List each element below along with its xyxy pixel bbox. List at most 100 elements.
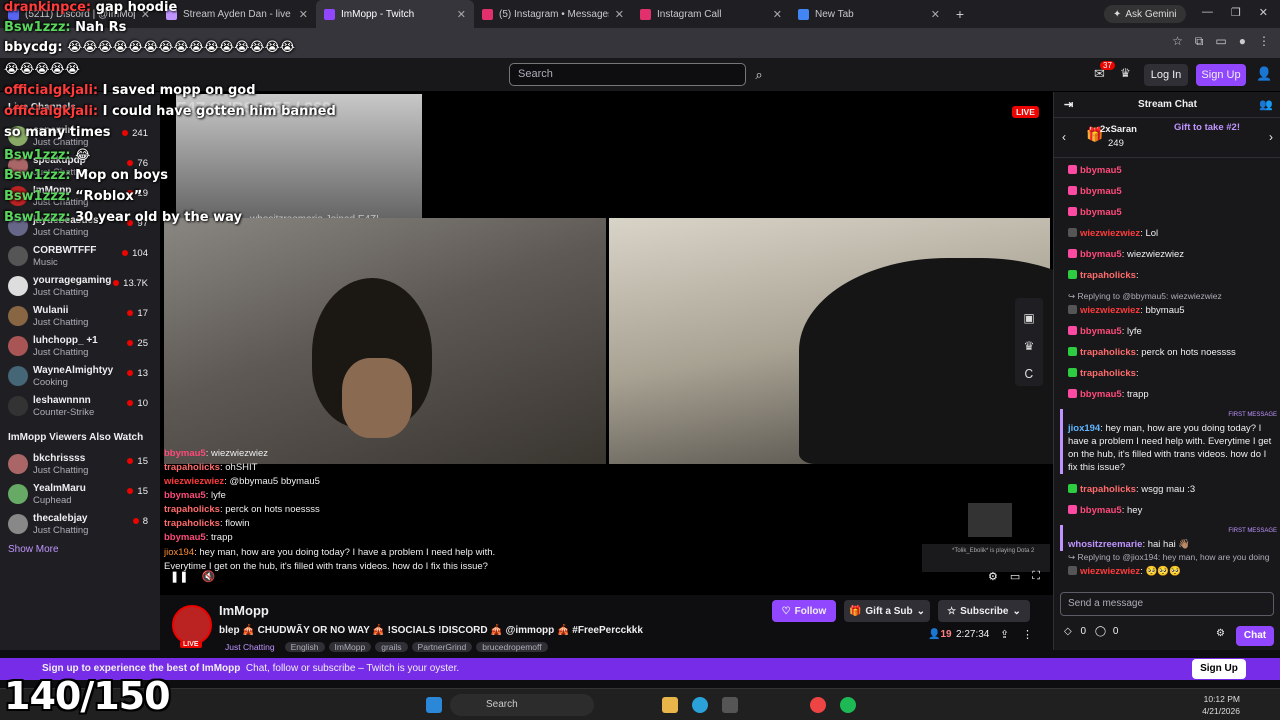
video-player[interactable]: E4Z SUBS: 255 / 260 whositzreemarie Join… bbox=[160, 92, 1053, 595]
follow-button[interactable]: ♡ Follow bbox=[772, 600, 836, 622]
chat-username[interactable]: jiox194 bbox=[1068, 423, 1100, 434]
profile-icon[interactable]: ● bbox=[1239, 34, 1246, 49]
extension-tv-icon[interactable]: ▣ bbox=[1015, 304, 1043, 332]
more-options-icon[interactable]: ⋮ bbox=[1022, 628, 1033, 641]
streamer-avatar[interactable] bbox=[172, 605, 212, 645]
gift-leader-name[interactable]: 2xSaran bbox=[1100, 124, 1137, 135]
minimize-icon[interactable]: — bbox=[1202, 6, 1213, 19]
taskbar-search[interactable]: Search bbox=[450, 694, 594, 716]
banner-signup-button[interactable]: Sign Up bbox=[1192, 659, 1246, 679]
new-tab-icon[interactable]: + bbox=[948, 6, 972, 22]
sidebar-channel[interactable]: YealmMaru Cuphead 15 bbox=[0, 480, 160, 510]
settings-gear-icon[interactable]: ⚙ bbox=[988, 570, 998, 583]
search-icon[interactable]: ⌕ bbox=[748, 63, 770, 86]
browser-tab[interactable]: ImMopp - Twitch ✕ bbox=[316, 0, 474, 28]
browser-tab[interactable]: New Tab ✕ bbox=[790, 0, 948, 28]
overlay-chat-text: I could have gotten him banned bbox=[102, 104, 336, 119]
pause-icon[interactable]: ❚❚ bbox=[170, 571, 188, 583]
extension-ac-icon[interactable]: Ꮯ bbox=[1015, 360, 1043, 388]
channel-points-icon[interactable]: ◇ bbox=[1064, 626, 1072, 637]
chat-username[interactable]: bbymau5 bbox=[1080, 186, 1122, 197]
community-icon[interactable]: 👥 bbox=[1259, 92, 1273, 118]
sidebar-channel[interactable]: bkchrissss Just Chatting 15 bbox=[0, 450, 160, 480]
tab-close-icon[interactable]: ✕ bbox=[299, 8, 308, 21]
sidebar-channel[interactable]: WayneAlmightyy Cooking 13 bbox=[0, 362, 160, 392]
stream-tag[interactable]: brucedropemoff bbox=[476, 642, 548, 652]
chat-username[interactable]: bbymau5 bbox=[1080, 326, 1122, 337]
share-icon[interactable]: ⇪ bbox=[1000, 628, 1009, 641]
chat-input[interactable]: Send a message bbox=[1060, 592, 1274, 616]
stream-tag[interactable]: grails bbox=[375, 642, 408, 652]
chevron-right-icon[interactable]: › bbox=[1269, 130, 1273, 144]
user-menu-icon[interactable]: 👤 bbox=[1256, 66, 1272, 82]
sidebar-channel[interactable]: luhchopp_ +1 Just Chatting 25 bbox=[0, 332, 160, 362]
chat-send-button[interactable]: Chat bbox=[1236, 626, 1274, 646]
edge-icon[interactable] bbox=[692, 697, 708, 713]
chat-username[interactable]: trapaholicks bbox=[1080, 270, 1136, 281]
chat-username[interactable]: trapaholicks bbox=[1080, 484, 1136, 495]
mute-icon[interactable]: 🔇 bbox=[202, 571, 216, 583]
chevron-left-icon[interactable]: ‹ bbox=[1062, 130, 1066, 144]
gift-sub-button[interactable]: 🎁 Gift a Sub ⌄ bbox=[844, 600, 930, 622]
chat-username[interactable]: trapaholicks bbox=[1080, 368, 1136, 379]
player-controls-right: ⚙ ▭ ⛶ bbox=[988, 570, 1040, 583]
channel-viewers: 17 bbox=[127, 308, 148, 319]
search-input[interactable]: Search bbox=[509, 63, 746, 86]
chat-username[interactable]: bbymau5 bbox=[1080, 207, 1122, 218]
theatre-mode-icon[interactable]: ▭ bbox=[1010, 570, 1020, 583]
stream-tag[interactable]: ImMopp bbox=[328, 642, 372, 652]
tab-close-icon[interactable]: ✕ bbox=[457, 8, 466, 21]
chat-username[interactable]: whositzreemarie bbox=[1068, 539, 1142, 550]
close-window-icon[interactable]: ✕ bbox=[1259, 6, 1268, 19]
windows-start-icon[interactable] bbox=[426, 697, 442, 713]
chat-settings-icon[interactable]: ⚙ bbox=[1216, 628, 1225, 639]
chat-username[interactable]: wiezwiezwiez bbox=[1080, 566, 1140, 577]
category-link[interactable]: Just Chatting bbox=[219, 642, 281, 652]
chat-username[interactable]: wiezwiezwiez bbox=[1080, 305, 1140, 316]
video-chat-line: bbymau5: wiezwiezwiez bbox=[164, 448, 269, 459]
bits-icon[interactable]: ◯ bbox=[1095, 626, 1106, 637]
tab-close-icon[interactable]: ✕ bbox=[773, 8, 782, 21]
signup-button[interactable]: Sign Up bbox=[1196, 64, 1246, 86]
bookmark-star-icon[interactable]: ☆ bbox=[1172, 34, 1183, 49]
sidebar-channel[interactable]: yourragegaming Just Chatting 13.7K bbox=[0, 272, 160, 302]
show-more-link[interactable]: Show More bbox=[8, 544, 59, 555]
sidebar-channel[interactable]: leshawnnnn Counter-Strike 10 bbox=[0, 392, 160, 422]
sidebar-channel[interactable]: Wulanii Just Chatting 17 bbox=[0, 302, 160, 332]
extension-prime-icon[interactable]: ♛ bbox=[1015, 332, 1043, 360]
chat-username[interactable]: bbymau5 bbox=[1080, 165, 1122, 176]
browser-tab[interactable]: (5) Instagram • Messages ✕ bbox=[474, 0, 632, 28]
ask-gemini-button[interactable]: ✦ Ask Gemini bbox=[1104, 5, 1186, 23]
sidebar-channel[interactable]: CORBWTFFF Music 104 bbox=[0, 242, 160, 272]
extensions-icon[interactable]: ⧉ bbox=[1195, 34, 1204, 49]
streamer-name[interactable]: ImMopp bbox=[219, 603, 269, 618]
file-explorer-icon[interactable] bbox=[662, 697, 678, 713]
browser-tab[interactable]: Stream Ayden Dan - live slides ✕ bbox=[158, 0, 316, 28]
browser-tab[interactable]: Instagram Call ✕ bbox=[632, 0, 790, 28]
chrome-icon[interactable] bbox=[810, 697, 826, 713]
sidebar-channel[interactable]: thecalebjay Just Chatting 8 bbox=[0, 510, 160, 540]
subscribe-button[interactable]: ☆ Subscribe ⌄ bbox=[938, 600, 1030, 622]
maximize-icon[interactable]: ❐ bbox=[1231, 6, 1241, 19]
login-button[interactable]: Log In bbox=[1144, 64, 1188, 86]
overlay-chat-name: officialgkjali: bbox=[4, 104, 103, 119]
prime-crown-icon[interactable]: ♛ bbox=[1120, 66, 1131, 80]
gift-to-take-link[interactable]: Gift to take #2! bbox=[1174, 122, 1240, 133]
fullscreen-icon[interactable]: ⛶ bbox=[1032, 570, 1040, 583]
browser-menu-icon[interactable]: ⋮ bbox=[1258, 34, 1270, 49]
chat-username[interactable]: bbymau5 bbox=[1080, 505, 1122, 516]
store-icon[interactable] bbox=[722, 697, 738, 713]
collapse-chat-icon[interactable]: ⇥ bbox=[1064, 92, 1073, 118]
chat-username[interactable]: trapaholicks bbox=[1080, 347, 1136, 358]
stream-tag[interactable]: PartnerGrind bbox=[411, 642, 473, 652]
chat-username[interactable]: bbymau5 bbox=[1080, 249, 1122, 260]
spotify-icon[interactable] bbox=[840, 697, 856, 713]
viewer-count: 👤19 bbox=[928, 629, 952, 640]
chat-username[interactable]: bbymau5 bbox=[1080, 389, 1122, 400]
stream-tag[interactable]: English bbox=[284, 642, 325, 652]
sidepanel-icon[interactable]: ▭ bbox=[1215, 34, 1226, 49]
tab-close-icon[interactable]: ✕ bbox=[615, 8, 624, 21]
tab-close-icon[interactable]: ✕ bbox=[931, 8, 940, 21]
overlay-chat-name: bbycdg: bbox=[4, 40, 68, 55]
chat-username[interactable]: wiezwiezwiez bbox=[1080, 228, 1140, 239]
